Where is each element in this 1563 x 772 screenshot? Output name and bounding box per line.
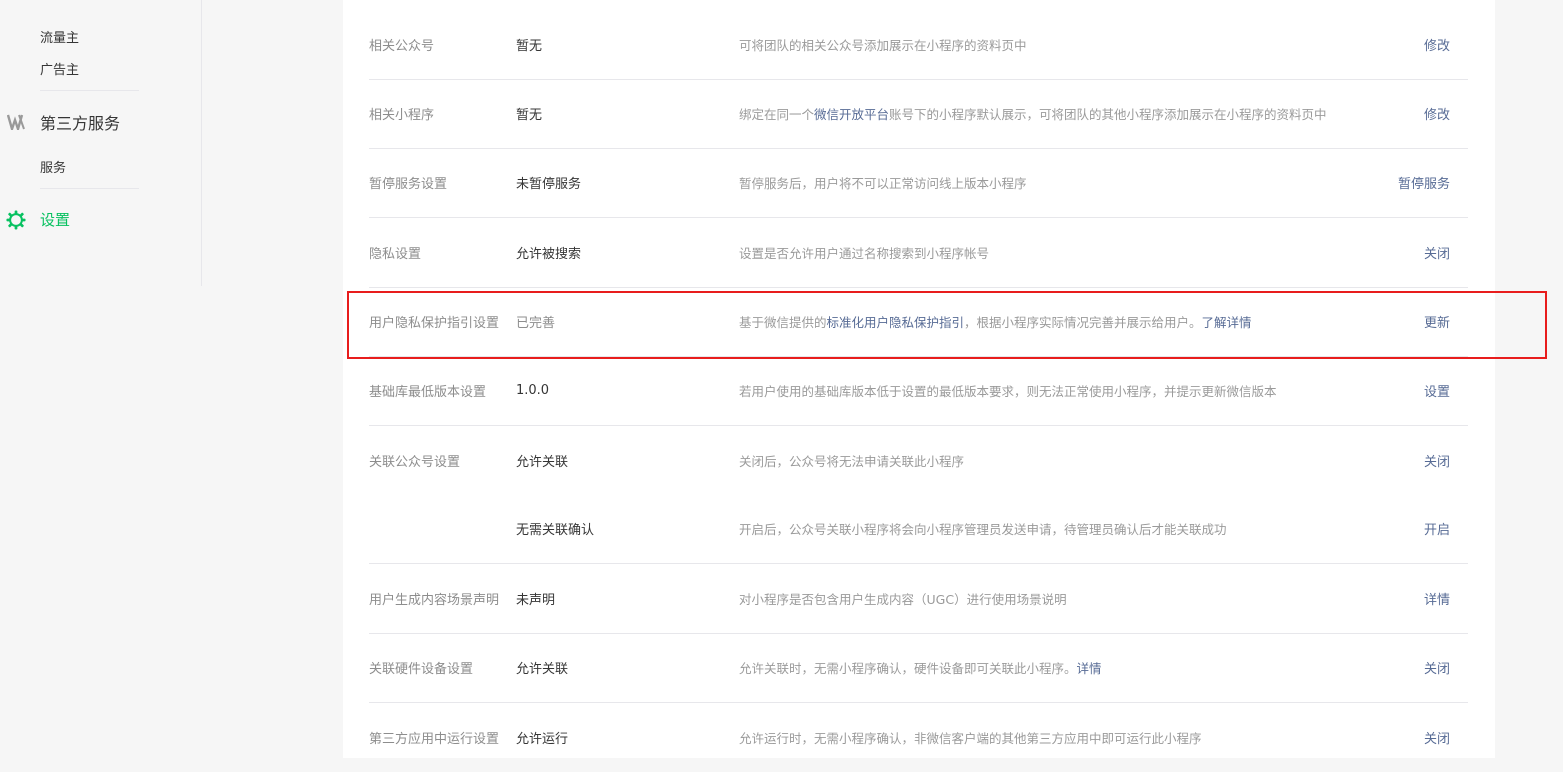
row-value: 未声明 xyxy=(516,593,556,608)
row-value: 允许关联 xyxy=(516,662,569,677)
close-button[interactable]: 关闭 xyxy=(1424,703,1450,772)
row-label: 暂停服务设置 xyxy=(369,177,448,192)
details-button[interactable]: 详情 xyxy=(1424,564,1450,633)
settings-row: 用户隐私保护指引设置 已完善 基于微信提供的 标准化用户隐私保护指引 ，根据小程序实… xyxy=(369,287,1468,357)
row-value: 允许运行 xyxy=(516,732,569,747)
row-label: 关联公众号设置 xyxy=(369,455,461,470)
close-button[interactable]: 关闭 xyxy=(1424,426,1450,495)
edit-button[interactable]: 修改 xyxy=(1424,10,1450,79)
sidebar-divider xyxy=(40,90,139,91)
open-platform-link[interactable]: 微信开放平台 xyxy=(814,104,889,123)
row-value: 无需关联确认 xyxy=(516,523,595,538)
row-label: 相关公众号 xyxy=(369,39,435,54)
close-button[interactable]: 关闭 xyxy=(1424,218,1450,287)
row-label: 用户隐私保护指引设置 xyxy=(369,316,500,331)
row-description: 允许关联时，无需小程序确认，硬件设备即可关联此小程序。 详情 xyxy=(739,633,1102,702)
third-party-icon xyxy=(6,112,26,132)
row-label: 关联硬件设备设置 xyxy=(369,662,474,677)
edit-button[interactable]: 修改 xyxy=(1424,79,1450,148)
row-description: 允许运行时，无需小程序确认，非微信客户端的其他第三方应用中即可运行此小程序 xyxy=(739,731,1202,746)
row-value: 允许被搜索 xyxy=(516,247,582,262)
sidebar-item-label: 设置 xyxy=(40,211,71,229)
row-value: 1.0.0 xyxy=(516,383,550,398)
row-value: 暂无 xyxy=(516,108,543,123)
row-description: 设置是否允许用户通过名称搜索到小程序帐号 xyxy=(739,246,990,261)
settings-row: 相关小程序 暂无 绑定在同一个 微信开放平台 账号下的小程序默认展示，可将团队的其他… xyxy=(369,79,1468,149)
row-label: 第三方应用中运行设置 xyxy=(369,732,500,747)
row-value: 暂无 xyxy=(516,39,543,54)
settings-panel: 相关公众号 暂无 可将团队的相关公众号添加展示在小程序的资料页中 修改 相关小程… xyxy=(343,0,1495,758)
row-description: 若用户使用的基础库版本低于设置的最低版本要求，则无法正常使用小程序，并提示更新微… xyxy=(739,384,1277,399)
learn-more-link[interactable]: 了解详情 xyxy=(1202,312,1252,331)
enable-button[interactable]: 开启 xyxy=(1424,494,1450,563)
update-button[interactable]: 更新 xyxy=(1424,287,1450,356)
sidebar-item-service[interactable]: 服务 xyxy=(40,157,66,176)
privacy-guide-link[interactable]: 标准化用户隐私保护指引 xyxy=(827,312,965,331)
settings-row: 关联公众号设置 允许关联 关闭后，公众号将无法申请关联此小程序 关闭 xyxy=(369,426,1468,495)
sidebar-group-third-party: 第三方服务 xyxy=(6,110,120,134)
details-link[interactable]: 详情 xyxy=(1077,658,1102,677)
row-description: 绑定在同一个 微信开放平台 账号下的小程序默认展示，可将团队的其他小程序添加展示在小… xyxy=(739,79,1327,148)
sidebar-group-label: 第三方服务 xyxy=(40,114,121,133)
settings-row: 关联硬件设备设置 允许关联 允许关联时，无需小程序确认，硬件设备即可关联此小程序… xyxy=(369,633,1468,703)
row-description: 可将团队的相关公众号添加展示在小程序的资料页中 xyxy=(739,38,1027,53)
settings-row: 基础库最低版本设置 1.0.0 若用户使用的基础库版本低于设置的最低版本要求，则… xyxy=(369,356,1468,426)
sidebar-item-settings[interactable]: 设置 xyxy=(6,209,70,230)
pause-service-button[interactable]: 暂停服务 xyxy=(1398,148,1450,217)
settings-row: 第三方应用中运行设置 允许运行 允许运行时，无需小程序确认，非微信客户端的其他第… xyxy=(369,703,1468,772)
row-label: 用户生成内容场景声明 xyxy=(369,593,500,608)
row-description: 关闭后，公众号将无法申请关联此小程序 xyxy=(739,454,965,469)
row-label: 隐私设置 xyxy=(369,247,422,262)
set-button[interactable]: 设置 xyxy=(1424,356,1450,425)
row-value: 未暂停服务 xyxy=(516,177,582,192)
row-value: 已完善 xyxy=(516,316,556,331)
sidebar: 流量主 广告主 第三方服务 服务 设置 xyxy=(0,0,202,286)
row-description: 对小程序是否包含用户生成内容（UGC）进行使用场景说明 xyxy=(739,592,1067,607)
row-description: 暂停服务后，用户将不可以正常访问线上版本小程序 xyxy=(739,176,1027,191)
settings-row: 相关公众号 暂无 可将团队的相关公众号添加展示在小程序的资料页中 修改 xyxy=(369,10,1468,80)
settings-row: 无需关联确认 开启后，公众号关联小程序将会向小程序管理员发送申请，待管理员确认后… xyxy=(369,494,1468,564)
sidebar-divider xyxy=(40,188,139,189)
row-label: 基础库最低版本设置 xyxy=(369,385,487,400)
gear-icon xyxy=(6,209,26,230)
row-description: 基于微信提供的 标准化用户隐私保护指引 ，根据小程序实际情况完善并展示给用户。 了解详… xyxy=(739,287,1252,356)
close-button[interactable]: 关闭 xyxy=(1424,633,1450,702)
row-value: 允许关联 xyxy=(516,455,569,470)
sidebar-item-traffic-owner[interactable]: 流量主 xyxy=(40,27,79,46)
row-label: 相关小程序 xyxy=(369,108,435,123)
settings-row: 暂停服务设置 未暂停服务 暂停服务后，用户将不可以正常访问线上版本小程序 暂停服… xyxy=(369,148,1468,218)
settings-row: 用户生成内容场景声明 未声明 对小程序是否包含用户生成内容（UGC）进行使用场景… xyxy=(369,564,1468,634)
row-description: 开启后，公众号关联小程序将会向小程序管理员发送申请，待管理员确认后才能关联成功 xyxy=(739,522,1227,537)
sidebar-item-advertiser[interactable]: 广告主 xyxy=(40,59,79,78)
settings-row: 隐私设置 允许被搜索 设置是否允许用户通过名称搜索到小程序帐号 关闭 xyxy=(369,218,1468,288)
